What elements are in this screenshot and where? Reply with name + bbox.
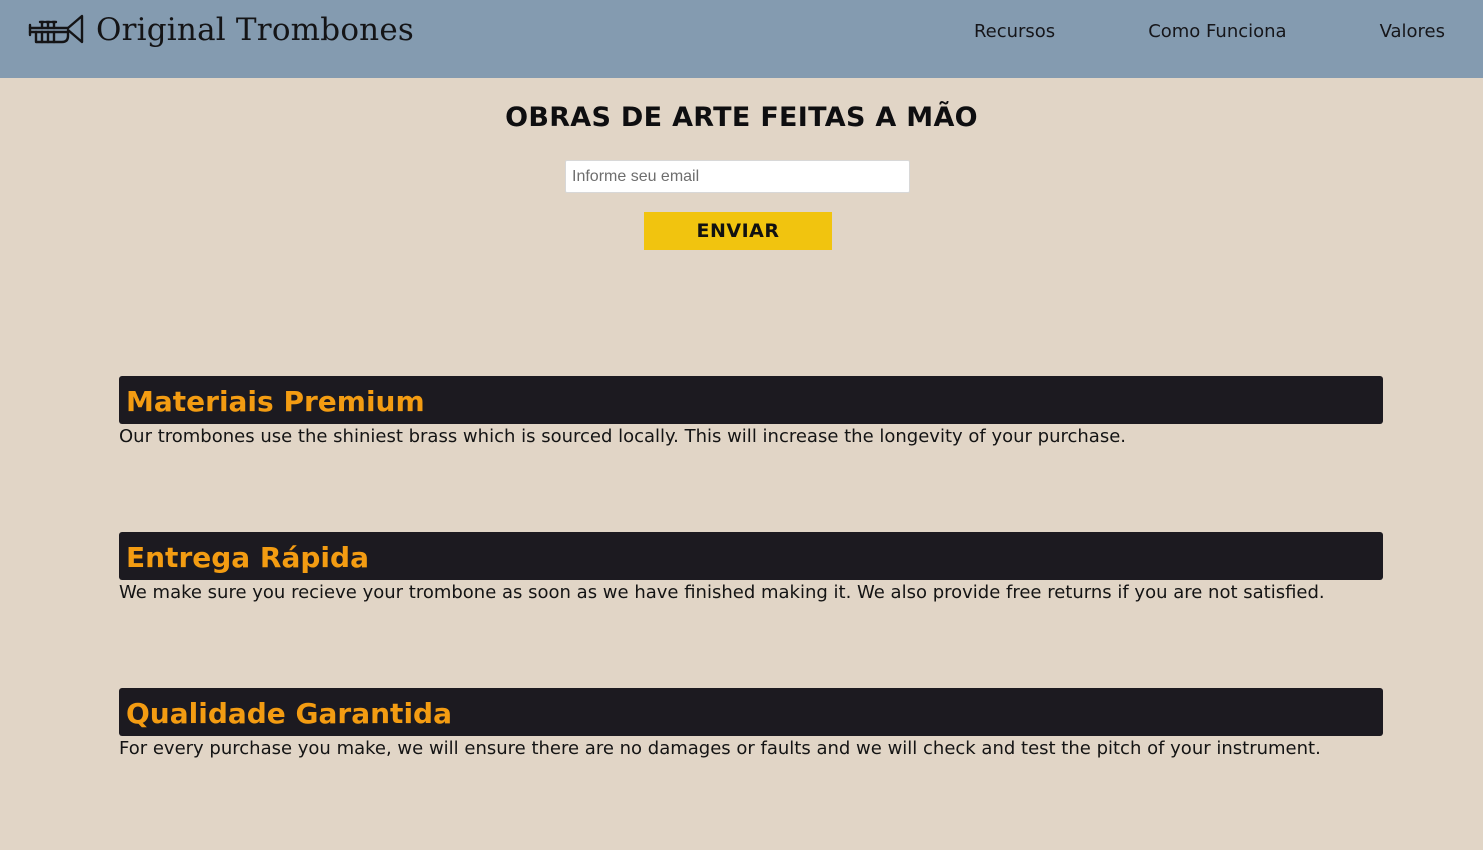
feature-title: Entrega Rápida	[126, 541, 369, 574]
hero-title: OBRAS DE ARTE FEITAS A MÃO	[505, 102, 978, 133]
feature-fast-delivery: Entrega Rápida We make sure you recieve …	[119, 532, 1383, 605]
trumpet-icon	[28, 12, 84, 48]
logo-text: Original Trombones	[96, 12, 415, 48]
feature-title: Qualidade Garantida	[126, 697, 452, 730]
submit-button[interactable]: ENVIAR	[644, 212, 832, 250]
feature-description: We make sure you recieve your trombone a…	[119, 582, 1325, 603]
nav-link-recursos[interactable]: Recursos	[974, 20, 1055, 44]
feature-description: Our trombones use the shiniest brass whi…	[119, 426, 1127, 447]
feature-header: Qualidade Garantida	[119, 688, 1383, 736]
feature-header: Materiais Premium	[119, 376, 1383, 424]
nav-link-valores[interactable]: Valores	[1380, 20, 1445, 44]
feature-title: Materiais Premium	[126, 385, 425, 418]
email-input[interactable]	[565, 160, 910, 193]
main-nav: Recursos Como Funciona Valores	[974, 20, 1445, 44]
feature-header: Entrega Rápida	[119, 532, 1383, 580]
feature-description: For every purchase you make, we will ens…	[119, 738, 1321, 759]
site-header: Original Trombones Recursos Como Funcion…	[0, 0, 1483, 78]
logo[interactable]: Original Trombones	[28, 10, 414, 50]
feature-premium-materials: Materiais Premium Our trombones use the …	[119, 376, 1383, 449]
feature-quality-guarantee: Qualidade Garantida For every purchase y…	[119, 688, 1383, 761]
nav-link-como-funciona[interactable]: Como Funciona	[1148, 20, 1286, 44]
